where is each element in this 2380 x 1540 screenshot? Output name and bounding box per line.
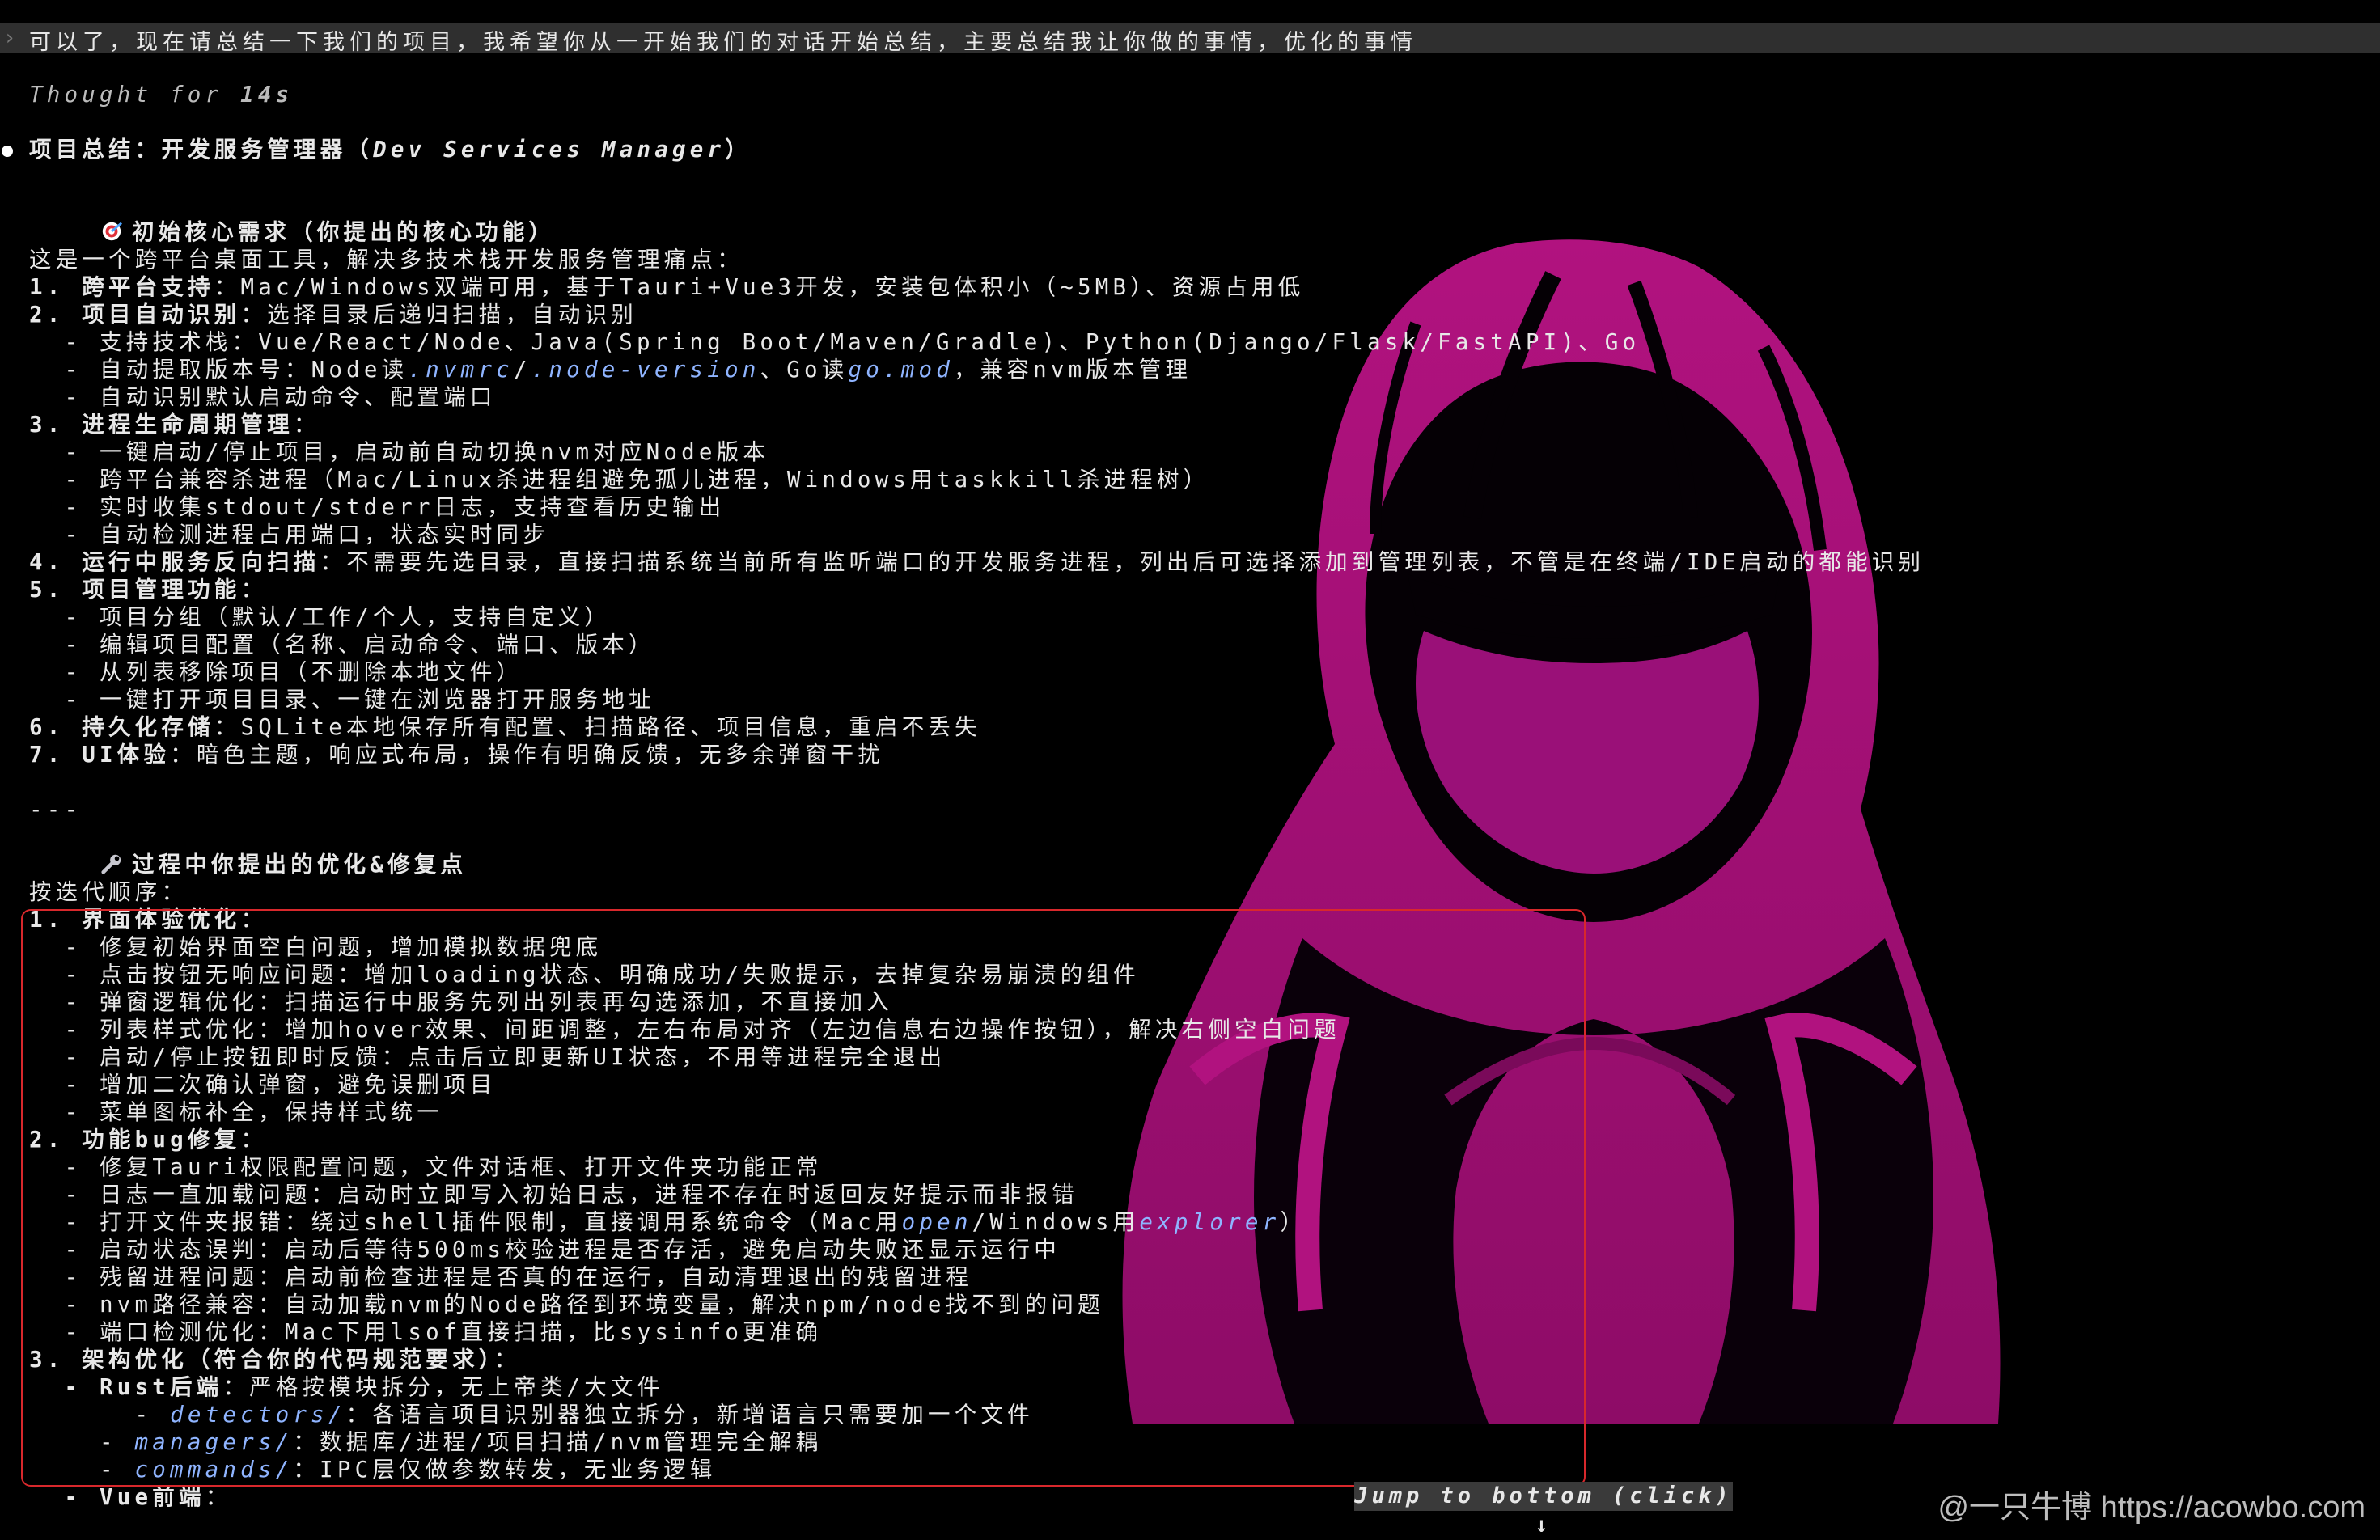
list-item: - commands/：IPC层仅做参数转发，无业务逻辑: [29, 1457, 717, 1483]
section1-intro: 这是一个跨平台桌面工具，解决多技术栈开发服务管理痛点：: [29, 247, 743, 273]
list-item: - 修复初始界面空白问题，增加模拟数据兜底: [29, 934, 603, 960]
target-icon: [102, 222, 123, 241]
list-item: - 一键启动/停止项目，启动前自动切换nvm对应Node版本: [29, 439, 770, 465]
list-item: - 从列表移除项目（不删除本地文件）: [29, 659, 523, 685]
terminal-output: › 可以了，现在请总结一下我们的项目，我希望你从一开始我们的对话开始总结，主要总…: [0, 0, 2380, 1532]
list-item: - Vue前端：: [29, 1484, 232, 1510]
thought-duration: Thought for 14s: [29, 82, 294, 108]
list-item: 3. 进程生命周期管理：: [29, 412, 320, 438]
list-item: 2. 项目自动识别：选择目录后递归扫描，自动识别: [29, 302, 637, 328]
list-item: - 打开文件夹报错：绕过shell插件限制，直接调用系统命令（Mac用open/…: [29, 1209, 1307, 1235]
list-item: - managers/：数据库/进程/项目扫描/nvm管理完全解耦: [29, 1429, 823, 1455]
list-item: 1. 跨平台支持：Mac/Windows双端可用，基于Tauri+Vue3开发，…: [29, 274, 1305, 300]
user-prompt-text: 可以了，现在请总结一下我们的项目，我希望你从一开始我们的对话开始总结，主要总结我…: [29, 30, 1417, 55]
user-prompt-bar: › 可以了，现在请总结一下我们的项目，我希望你从一开始我们的对话开始总结，主要总…: [0, 23, 2380, 55]
list-item: - 一键打开项目目录、一键在浏览器打开服务地址: [29, 687, 655, 713]
prompt-chevron-icon: ›: [3, 26, 16, 50]
list-item: - 列表样式优化：增加hover效果、间距调整，左右布局对齐（左边信息右边操作按…: [29, 1017, 1340, 1043]
list-item: - 自动识别默认启动命令、配置端口: [29, 384, 497, 410]
list-item: - 实时收集stdout/stderr日志，支持查看历史输出: [29, 494, 726, 520]
list-item: - 编辑项目配置（名称、启动命令、端口、版本）: [29, 632, 655, 658]
list-item: - 残留进程问题：启动前检查进程是否真的在运行，自动清理退出的残留进程: [29, 1264, 973, 1290]
list-item: 2. 功能bug修复：: [29, 1127, 268, 1153]
list-item: - 日志一直加载问题：启动时立即写入初始日志，进程不存在时返回友好提示而非报错: [29, 1182, 1078, 1208]
watermark: @一只牛博 https://acowbo.com: [1937, 1491, 2365, 1525]
list-item: - 增加二次确认弹窗，避免误删项目: [29, 1072, 497, 1098]
list-item: - 支持技术栈：Vue/React/Node、Java(Spring Boot/…: [29, 329, 1641, 355]
list-item: - 修复Tauri权限配置问题，文件对话框、打开文件夹功能正常: [29, 1154, 823, 1180]
list-item: - 端口检测优化：Mac下用lsof直接扫描，比sysinfo更准确: [29, 1319, 823, 1345]
response-bullet-icon: [2, 146, 13, 157]
list-item: - detectors/：各语言项目识别器独立拆分，新增语言只需要加一个文件: [29, 1402, 1034, 1428]
list-item: 1. 界面体验优化：: [29, 907, 268, 933]
list-item: - 自动检测进程占用端口，状态实时同步: [29, 522, 549, 548]
list-item: - 菜单图标补全，保持样式统一: [29, 1099, 444, 1125]
list-item: 6. 持久化存储：SQLite本地保存所有配置、扫描路径、项目信息，重启不丢失: [29, 714, 981, 740]
list-item: 4. 运行中服务反向扫描：不需要先选目录，直接扫描系统当前所有监听端口的开发服务…: [29, 549, 1925, 575]
summary-title: 项目总结：开发服务管理器（Dev Services Manager）: [29, 137, 752, 163]
list-item: 5. 项目管理功能：: [29, 577, 268, 603]
list-item: - 项目分组（默认/工作/个人，支持自定义）: [29, 604, 612, 630]
list-item: - 启动状态误判：启动后等待500ms校验进程是否存活，避免启动失败还显示运行中: [29, 1237, 1061, 1263]
list-item: - 启动/停止按钮即时反馈：点击后立即更新UI状态，不用等进程完全退出: [29, 1044, 946, 1070]
list-item: - 跨平台兼容杀进程（Mac/Linux杀进程组避免孤儿进程，Windows用t…: [29, 467, 1210, 493]
list-item: - nvm路径兼容：自动加载nvm的Node路径到环境变量，解决npm/node…: [29, 1292, 1104, 1318]
section2-intro: 按迭代顺序：: [29, 879, 188, 905]
divider: ---: [29, 797, 83, 823]
wrench-icon: [101, 854, 121, 874]
list-item: 7. UI体验：暗色主题，响应式布局，操作有明确反馈，无多余弹窗干扰: [29, 742, 885, 768]
jump-to-bottom-button[interactable]: Jump to bottom (click) ↓: [1354, 1482, 1733, 1538]
list-item: - 点击按钮无响应问题：增加loading状态、明确成功/失败提示，去掉复杂易崩…: [29, 962, 1140, 988]
list-item: 3. 架构优化（符合你的代码规范要求）：: [29, 1347, 521, 1373]
list-item: - Rust后端：严格按模块拆分，无上帝类/大文件: [29, 1374, 664, 1400]
list-item: - 自动提取版本号：Node读.nvmrc/.node-version、Go读g…: [29, 357, 1192, 383]
list-item: - 弹窗逻辑优化：扫描运行中服务先列出列表再勾选添加，不直接加入: [29, 989, 894, 1015]
